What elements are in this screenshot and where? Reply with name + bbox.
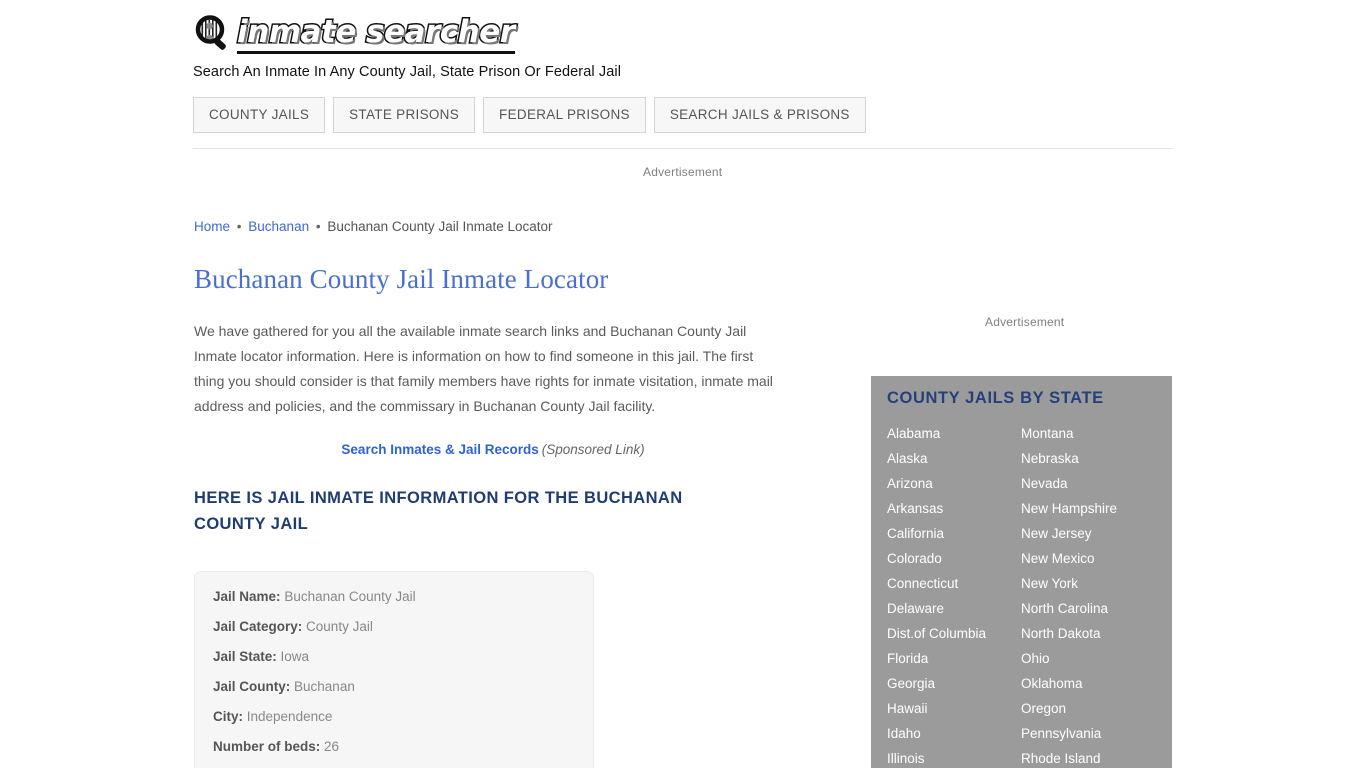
info-label: Number of beds:: [213, 739, 321, 754]
state-link-alabama[interactable]: Alabama: [887, 421, 1021, 446]
state-link-north-dakota[interactable]: North Dakota: [1021, 621, 1155, 646]
widget-title: COUNTY JAILS BY STATE: [887, 389, 1104, 407]
state-link-idaho[interactable]: Idaho: [887, 721, 1021, 746]
state-link-arizona[interactable]: Arizona: [887, 471, 1021, 496]
info-row-jail-name: Jail Name: Buchanan County Jail: [213, 589, 575, 605]
state-link-hawaii[interactable]: Hawaii: [887, 696, 1021, 721]
county-jails-by-state-widget: COUNTY JAILS BY STATE Alabama Alaska Arizo…: [871, 376, 1172, 768]
state-link-illinois[interactable]: Illinois: [887, 746, 1021, 768]
breadcrumb-separator: •: [315, 219, 321, 234]
intro-paragraph: We have gathered for you all the availab…: [194, 323, 773, 414]
sponsored-search-link[interactable]: Search Inmates & Jail Records: [341, 442, 538, 457]
info-label: Jail State:: [213, 649, 277, 664]
info-label: Jail County:: [213, 679, 291, 694]
state-columns: Alabama Alaska Arizona Arkansas California Co…: [887, 421, 1156, 768]
magnifier-jail-icon: [193, 14, 235, 52]
advertisement-label-top: Advertisement: [643, 165, 723, 179]
nav-item-county-jails[interactable]: COUNTY JAILS: [193, 97, 326, 133]
state-column-right: Montana Nebraska Nevada New Hampshire New Je…: [1021, 421, 1155, 768]
jail-info-box: Jail Name: Buchanan County Jail Jail Cat…: [194, 571, 594, 768]
info-label: City:: [213, 709, 243, 724]
info-label: Jail Name:: [213, 589, 281, 604]
main-navigation: COUNTY JAILS STATE PRISONS FEDERAL PRISO…: [193, 97, 866, 133]
state-link-arkansas[interactable]: Arkansas: [887, 496, 1021, 521]
state-link-oregon[interactable]: Oregon: [1021, 696, 1155, 721]
advertisement-label-sidebar: Advertisement: [985, 315, 1065, 329]
page-root: inmate searcher Search An Inmate In Any …: [0, 0, 1366, 768]
breadcrumb-separator: •: [236, 219, 242, 234]
nav-item-federal-prisons[interactable]: FEDERAL PRISONS: [483, 97, 646, 133]
state-link-new-jersey[interactable]: New Jersey: [1021, 521, 1155, 546]
state-link-north-carolina[interactable]: North Carolina: [1021, 596, 1155, 621]
state-column-left: Alabama Alaska Arizona Arkansas California Co…: [887, 421, 1021, 768]
breadcrumb-link-home[interactable]: Home: [194, 219, 230, 234]
nav-item-search-jails-prisons[interactable]: SEARCH JAILS & PRISONS: [653, 97, 866, 133]
info-row-city: City: Independence: [213, 709, 575, 725]
state-link-new-york[interactable]: New York: [1021, 571, 1155, 596]
info-row-jail-county: Jail County: Buchanan: [213, 679, 575, 695]
breadcrumb-current: Buchanan County Jail Inmate Locator: [327, 219, 553, 234]
info-value: County Jail: [306, 619, 373, 634]
state-link-ohio[interactable]: Ohio: [1021, 646, 1155, 671]
state-link-montana[interactable]: Montana: [1021, 421, 1155, 446]
info-value: Independence: [246, 709, 333, 724]
state-link-dist-of-columbia[interactable]: Dist.of Columbia: [887, 621, 1021, 646]
page-title: Buchanan County Jail Inmate Locator: [194, 264, 609, 294]
breadcrumb-link-county[interactable]: Buchanan: [248, 219, 309, 234]
state-link-florida[interactable]: Florida: [887, 646, 1021, 671]
info-value: Buchanan County Jail: [284, 589, 416, 604]
breadcrumb: Home • Buchanan • Buchanan County Jail I…: [194, 219, 553, 234]
info-row-jail-state: Jail State: Iowa: [213, 649, 575, 665]
state-link-new-mexico[interactable]: New Mexico: [1021, 546, 1155, 571]
state-link-colorado[interactable]: Colorado: [887, 546, 1021, 571]
main-content: Buchanan County Jail Inmate Locator We h…: [194, 262, 794, 768]
info-row-number-of-beds: Number of beds: 26: [213, 739, 575, 755]
info-value: Buchanan: [294, 679, 355, 694]
site-logo[interactable]: inmate searcher: [193, 12, 1173, 54]
info-row-jail-category: Jail Category: County Jail: [213, 619, 575, 635]
state-link-nevada[interactable]: Nevada: [1021, 471, 1155, 496]
state-link-new-hampshire[interactable]: New Hampshire: [1021, 496, 1155, 521]
sponsored-link-row: Search Inmates & Jail Records (Sponsored …: [194, 442, 792, 457]
info-value: Iowa: [280, 649, 310, 664]
logo-wordmark: inmate searcher: [236, 12, 516, 54]
state-link-pennsylvania[interactable]: Pennsylvania: [1021, 721, 1155, 746]
nav-item-state-prisons[interactable]: STATE PRISONS: [333, 97, 476, 133]
site-tagline: Search An Inmate In Any County Jail, Sta…: [193, 64, 622, 80]
header-divider: [193, 148, 1173, 149]
sponsored-note: (Sponsored Link): [541, 442, 645, 457]
state-link-delaware[interactable]: Delaware: [887, 596, 1021, 621]
info-value: 26: [324, 739, 340, 754]
state-link-oklahoma[interactable]: Oklahoma: [1021, 671, 1155, 696]
site-header: inmate searcher Search An Inmate In Any …: [193, 12, 1173, 80]
state-link-nebraska[interactable]: Nebraska: [1021, 446, 1155, 471]
state-link-california[interactable]: California: [887, 521, 1021, 546]
section-title: HERE IS JAIL INMATE INFORMATION FOR THE …: [194, 489, 683, 533]
info-label: Jail Category:: [213, 619, 303, 634]
state-link-rhode-island[interactable]: Rhode Island: [1021, 746, 1155, 768]
state-link-alaska[interactable]: Alaska: [887, 446, 1021, 471]
state-link-connecticut[interactable]: Connecticut: [887, 571, 1021, 596]
state-link-georgia[interactable]: Georgia: [887, 671, 1021, 696]
